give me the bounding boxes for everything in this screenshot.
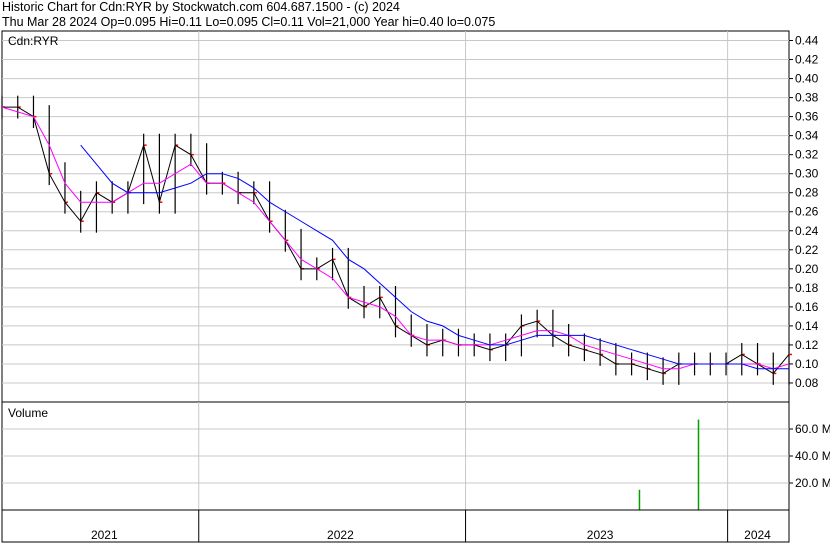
price-tick-label: 0.18 — [795, 281, 819, 295]
price-tick-label: 0.42 — [795, 53, 819, 67]
price-tick-label: 0.34 — [795, 129, 819, 143]
price-y-axis: 0.44 0.42 0.40 0.38 0.36 0.34 0.32 0.30 0.28 0.26… — [789, 34, 819, 390]
volume-tick-label: 20.0 M — [795, 476, 830, 490]
stock-chart: 0.44 0.42 0.40 0.38 0.36 0.34 0.32 0.30 0.28 0.26… — [1, 30, 830, 543]
price-tick-label: 0.12 — [795, 338, 819, 352]
x-axis-band — [1, 509, 790, 543]
volume-label: Volume — [8, 406, 48, 420]
price-tick-label: 0.36 — [795, 110, 819, 124]
volume-tick-label: 40.0 M — [795, 449, 830, 463]
volume-y-axis: 60.0 M 40.0 M 20.0 M — [789, 422, 830, 490]
price-tick-label: 0.28 — [795, 186, 819, 200]
price-panel — [1, 30, 790, 403]
price-tick-label: 0.20 — [795, 262, 819, 276]
price-tick-label: 0.16 — [795, 300, 819, 314]
price-tick-label: 0.24 — [795, 224, 819, 238]
price-tick-label: 0.32 — [795, 148, 819, 162]
price-tick-label: 0.08 — [795, 376, 819, 390]
x-tick-label: 2024 — [744, 528, 771, 542]
price-tick-label: 0.44 — [795, 34, 819, 48]
x-tick-label: 2022 — [327, 528, 354, 542]
price-tick-label: 0.14 — [795, 319, 819, 333]
price-tick-label: 0.26 — [795, 205, 819, 219]
volume-tick-label: 60.0 M — [795, 422, 830, 436]
x-tick-label: 2021 — [91, 528, 118, 542]
symbol-label: Cdn:RYR — [8, 34, 59, 48]
price-tick-label: 0.30 — [795, 167, 819, 181]
x-tick-label: 2023 — [587, 528, 614, 542]
price-tick-label: 0.22 — [795, 243, 819, 257]
price-tick-label: 0.40 — [795, 72, 819, 86]
price-tick-label: 0.10 — [795, 357, 819, 371]
price-tick-label: 0.38 — [795, 91, 819, 105]
